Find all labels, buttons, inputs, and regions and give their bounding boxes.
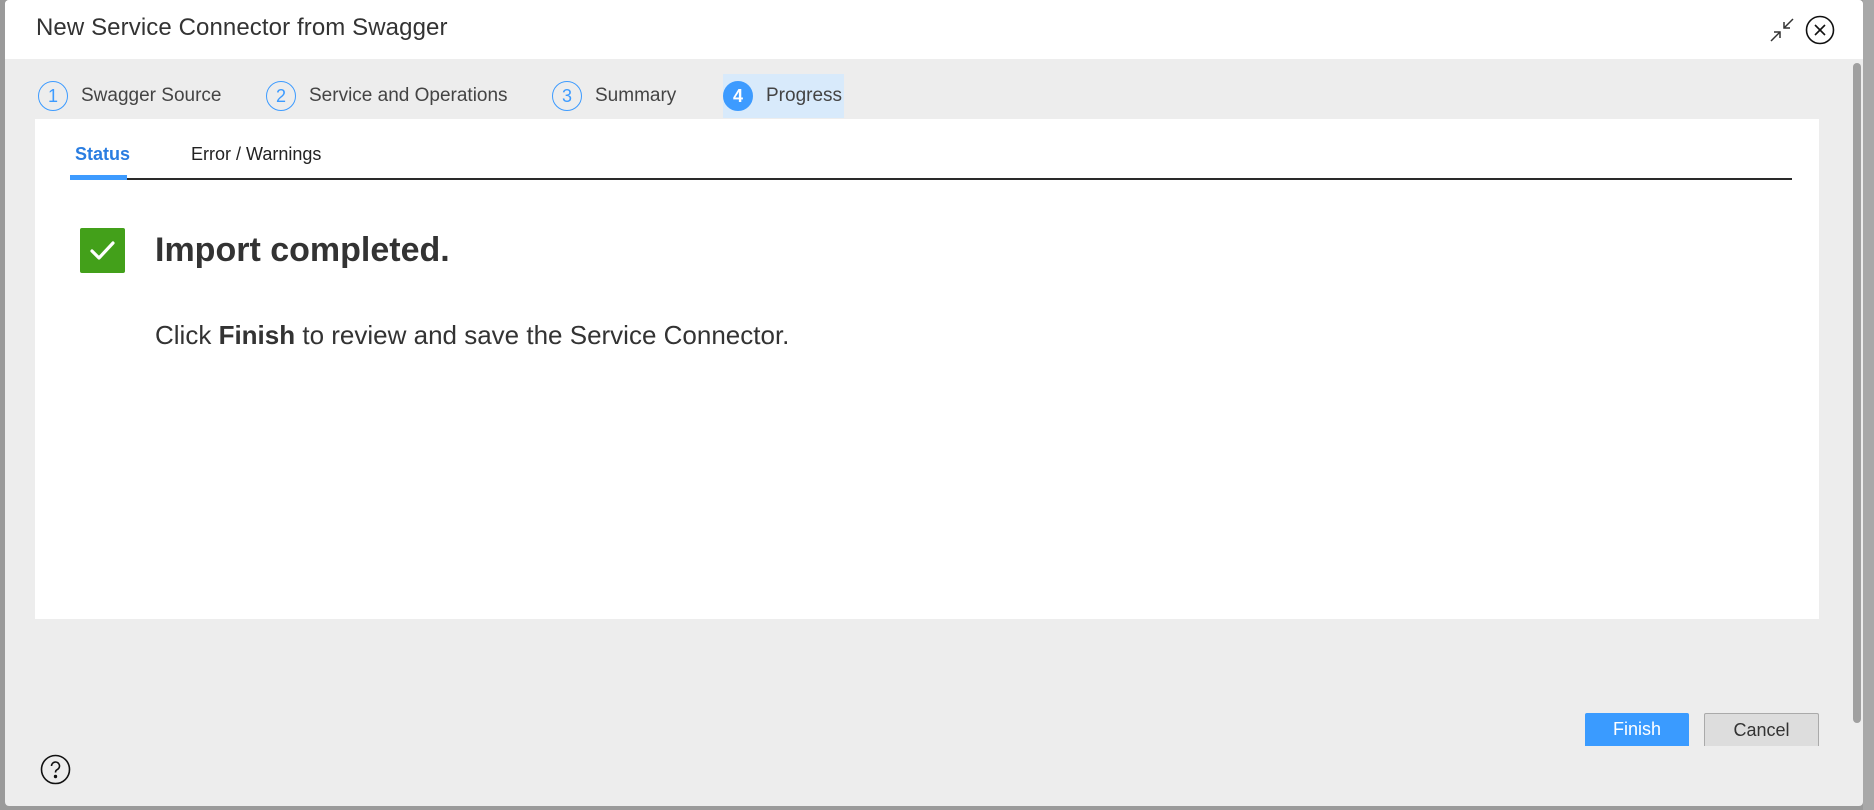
help-icon[interactable] bbox=[40, 754, 71, 785]
tab-status[interactable]: Status bbox=[75, 144, 130, 165]
step-service-and-operations[interactable]: 2 Service and Operations bbox=[266, 74, 508, 118]
active-tab-indicator bbox=[70, 175, 127, 180]
vertical-scrollbar[interactable] bbox=[1853, 63, 1863, 723]
status-instruction: Click Finish to review and save the Serv… bbox=[155, 320, 789, 351]
step-label: Progress bbox=[766, 85, 843, 106]
step-number: 3 bbox=[552, 81, 582, 111]
tab-error-warnings[interactable]: Error / Warnings bbox=[191, 144, 321, 165]
dialog-header: New Service Connector from Swagger bbox=[5, 0, 1863, 59]
dialog-title: New Service Connector from Swagger bbox=[36, 14, 448, 41]
step-swagger-source[interactable]: 1 Swagger Source bbox=[38, 74, 221, 118]
step-label: Swagger Source bbox=[81, 85, 222, 106]
step-summary[interactable]: 3 Summary bbox=[552, 74, 676, 118]
content-panel: Status Error / Warnings Import completed… bbox=[35, 119, 1819, 619]
step-number: 1 bbox=[38, 81, 68, 111]
step-label: Service and Operations bbox=[309, 85, 508, 106]
instruction-bold: Finish bbox=[218, 320, 296, 350]
new-service-connector-dialog: New Service Connector from Swagger 1 Swa… bbox=[5, 0, 1863, 806]
step-number: 2 bbox=[266, 81, 296, 111]
tab-bar: Status Error / Warnings bbox=[70, 119, 1792, 180]
step-progress[interactable]: 4 Progress bbox=[723, 74, 845, 118]
scrollbar-thumb[interactable] bbox=[1853, 63, 1861, 723]
collapse-icon[interactable] bbox=[1768, 16, 1796, 44]
check-icon bbox=[80, 228, 125, 273]
instruction-suffix: to review and save the Service Connector… bbox=[295, 320, 790, 350]
finish-button[interactable]: Finish bbox=[1585, 713, 1689, 746]
page-backdrop bbox=[1863, 0, 1874, 810]
close-icon[interactable] bbox=[1805, 15, 1835, 45]
step-label: Summary bbox=[595, 85, 677, 106]
instruction-prefix: Click bbox=[155, 320, 219, 350]
step-number: 4 bbox=[723, 81, 753, 111]
wizard-stepper: 1 Swagger Source 2 Service and Operation… bbox=[5, 59, 1863, 119]
status-title: Import completed. bbox=[155, 231, 450, 269]
cancel-button[interactable]: Cancel bbox=[1704, 713, 1819, 746]
